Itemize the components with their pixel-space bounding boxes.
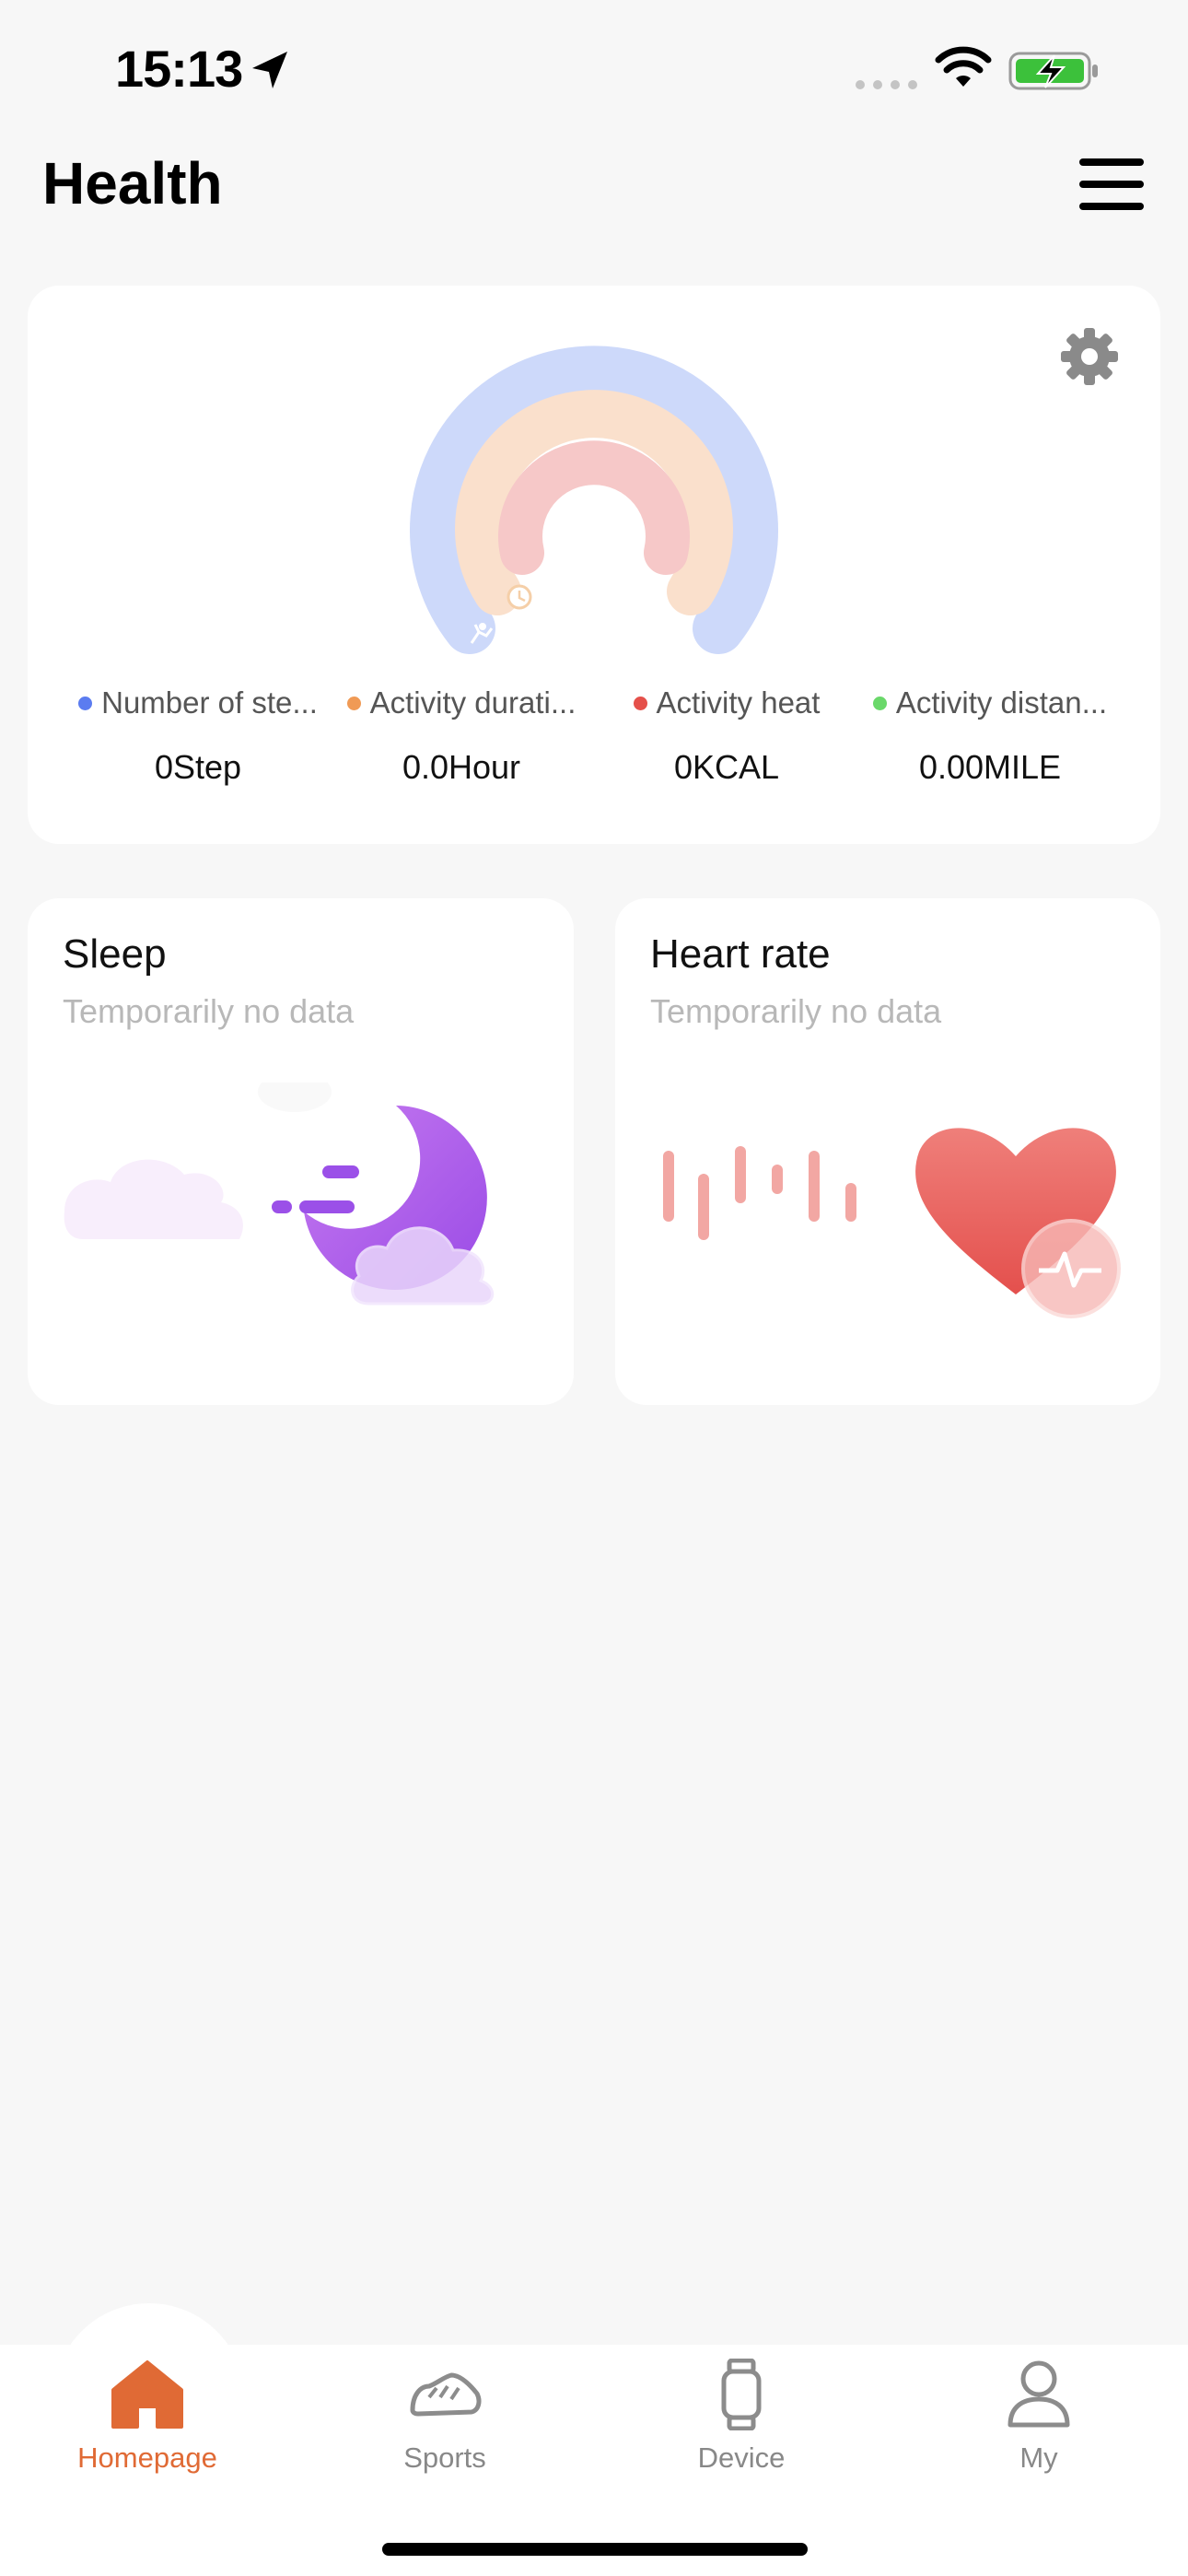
heart-rate-title: Heart rate (650, 931, 831, 977)
metric-heat: Activity heat 0KCAL (593, 685, 860, 787)
metric-label: Activity durati... (369, 685, 577, 720)
tab-label: Homepage (77, 2441, 217, 2474)
metric-value: 0KCAL (673, 748, 780, 786)
hamburger-menu-icon[interactable] (1076, 155, 1147, 214)
metric-value: 0.00MILE (918, 748, 1062, 786)
clock-icon (507, 584, 532, 610)
metric-value: 0.0Hour (402, 748, 521, 786)
tab-homepage[interactable]: Homepage (46, 2359, 249, 2506)
metric-label: Activity heat (656, 685, 821, 720)
cellular-signal-icon (856, 80, 917, 89)
battery-charging-icon (1008, 52, 1098, 90)
sleep-card[interactable]: Sleep Temporarily no data (28, 898, 574, 1405)
home-icon (111, 2360, 183, 2429)
duration-legend-dot (346, 696, 361, 710)
shoe-icon (410, 2372, 482, 2417)
metric-distance: Activity distan... 0.00MILE (856, 685, 1124, 787)
heat-legend-dot (633, 696, 647, 710)
wifi-icon (935, 46, 992, 87)
tab-label: Device (697, 2441, 786, 2474)
metric-value: 0Step (154, 748, 242, 786)
watch-icon (721, 2359, 762, 2430)
tab-label: Sports (403, 2441, 486, 2474)
tab-label: My (1019, 2441, 1058, 2474)
activity-rings (410, 345, 778, 654)
person-icon (1007, 2360, 1070, 2428)
tab-device[interactable]: Device (640, 2359, 843, 2506)
home-indicator[interactable] (382, 2543, 808, 2556)
status-time: 15:13 (115, 40, 243, 98)
metric-label: Activity distan... (895, 685, 1108, 720)
location-arrow-icon (252, 52, 287, 88)
metric-label: Number of ste... (101, 685, 318, 720)
tab-sports[interactable]: Sports (344, 2359, 546, 2506)
flame-icon (547, 538, 561, 566)
gear-icon[interactable] (1057, 324, 1122, 389)
metric-steps: Number of ste... 0Step (64, 685, 332, 787)
metric-duration: Activity durati... 0.0Hour (328, 685, 595, 787)
page-title: Health (42, 150, 223, 217)
sleep-subtitle: Temporarily no data (63, 992, 355, 1030)
tab-my[interactable]: My (938, 2359, 1140, 2506)
steps-legend-dot (78, 696, 93, 710)
sleep-title: Sleep (63, 931, 167, 977)
status-bar: 15:13 (0, 0, 1188, 138)
distance-legend-dot (872, 696, 887, 710)
heart-rate-card[interactable]: Heart rate Temporarily no data (615, 898, 1160, 1405)
moon-cloud-icon (64, 1083, 495, 1306)
heat-ring (498, 440, 690, 575)
heart-pulse-icon (663, 1128, 1121, 1318)
heart-rate-subtitle: Temporarily no data (650, 992, 942, 1030)
